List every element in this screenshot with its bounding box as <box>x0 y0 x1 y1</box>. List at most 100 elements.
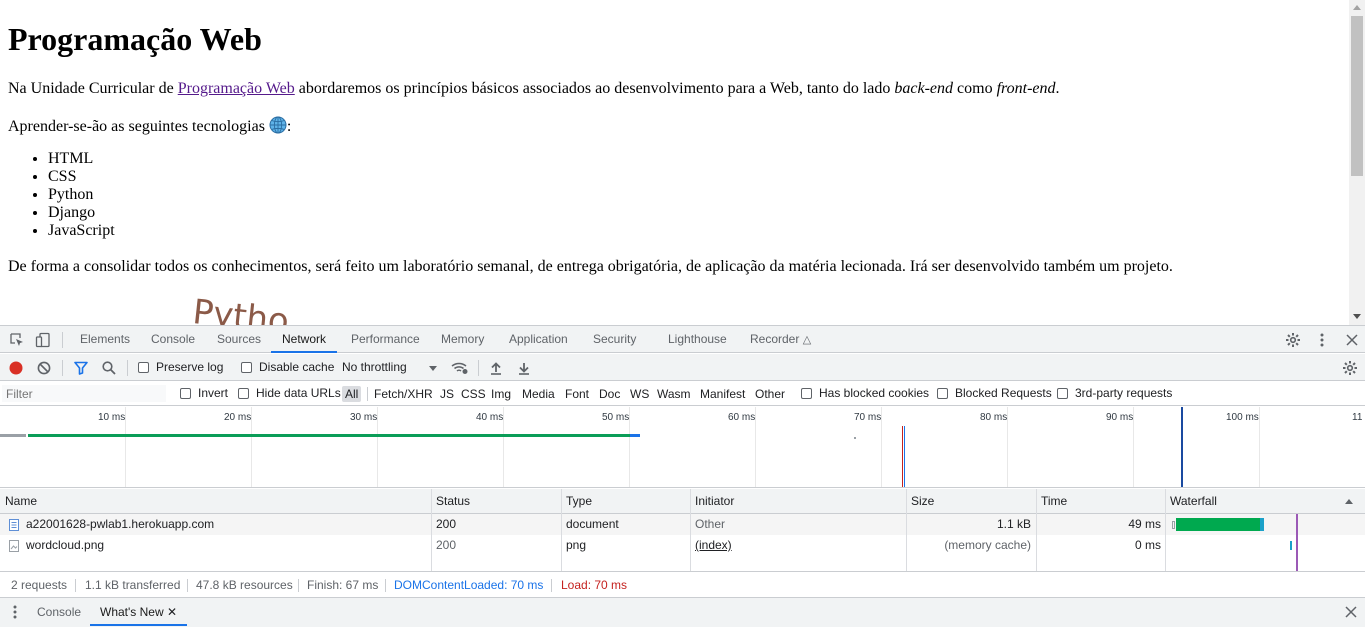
tab-elements[interactable]: Elements <box>80 326 130 353</box>
tab-sources[interactable]: Sources <box>217 326 261 353</box>
close-icon[interactable] <box>1343 331 1361 349</box>
scrollbar-thumb[interactable] <box>1351 16 1363 176</box>
column-header-size[interactable]: Size <box>911 489 934 513</box>
toolbar-divider <box>62 360 63 376</box>
column-divider[interactable] <box>431 489 432 571</box>
column-divider[interactable] <box>1165 489 1166 571</box>
backend-term: back-end <box>894 80 954 97</box>
preserve-log-checkbox[interactable] <box>138 362 149 373</box>
tab-network[interactable]: Network <box>271 326 338 353</box>
filter-type-other[interactable]: Other <box>755 386 785 402</box>
tab-performance[interactable]: Performance <box>351 326 420 353</box>
tech-colon: : <box>286 118 292 135</box>
tab-security[interactable]: Security <box>593 326 636 353</box>
close-tab-icon[interactable]: ✕ <box>167 605 177 619</box>
request-name: wordcloud.png <box>26 538 105 552</box>
third-party-checkbox[interactable] <box>1057 388 1068 399</box>
clear-icon[interactable] <box>36 360 52 376</box>
filter-type-wasm[interactable]: Wasm <box>657 386 691 402</box>
filter-type-manifest[interactable]: Manifest <box>700 386 745 402</box>
drawer-tab-whats-new[interactable]: What's New ✕ <box>90 598 188 626</box>
filter-icon[interactable] <box>73 360 89 376</box>
dom-content-loaded-marker <box>904 426 905 487</box>
globe-icon <box>269 116 287 140</box>
request-table: Name Status Type Initiator Size Time Wat… <box>0 489 1365 571</box>
blocked-cookies-checkbox[interactable] <box>801 388 812 399</box>
kebab-menu-icon[interactable] <box>1313 331 1331 349</box>
waterfall-cache-bar <box>1290 541 1292 550</box>
tab-memory[interactable]: Memory <box>441 326 484 353</box>
drawer-tab-console[interactable]: Console <box>37 598 81 626</box>
tab-console[interactable]: Console <box>151 326 195 353</box>
column-divider[interactable] <box>561 489 562 571</box>
drawer-menu-icon[interactable] <box>10 604 20 620</box>
status-divider <box>298 579 299 592</box>
import-har-icon[interactable] <box>488 360 504 376</box>
chevron-down-icon[interactable] <box>428 364 438 372</box>
column-divider[interactable] <box>1036 489 1037 571</box>
tab-application[interactable]: Application <box>509 326 568 353</box>
intro-text-4: . <box>1055 80 1060 97</box>
technology-list: HTML CSS Python Django JavaScript <box>8 150 115 240</box>
column-header-status[interactable]: Status <box>436 489 470 513</box>
column-divider[interactable] <box>906 489 907 571</box>
page-scrollbar[interactable] <box>1349 0 1365 325</box>
filter-type-all[interactable]: All <box>342 386 362 402</box>
course-link[interactable]: Programação Web <box>178 80 295 97</box>
filter-bar: Invert Hide data URLs All Fetch/XHR JS C… <box>0 382 1365 406</box>
scroll-down-arrow-icon[interactable] <box>1353 314 1361 319</box>
flask-icon: △ <box>802 334 812 346</box>
close-drawer-icon[interactable] <box>1343 604 1359 620</box>
export-har-icon[interactable] <box>516 360 532 376</box>
timeline-tick: 40 ms <box>476 412 504 423</box>
filter-input[interactable] <box>2 385 166 402</box>
column-header-waterfall[interactable]: Waterfall <box>1170 489 1217 513</box>
inspect-icon[interactable] <box>8 331 26 349</box>
request-size: (memory cache) <box>944 538 1031 552</box>
tab-lighthouse[interactable]: Lighthouse <box>668 326 727 353</box>
intro-text-2: abordaremos os princípios básicos associ… <box>294 80 895 97</box>
filter-type-media[interactable]: Media <box>522 386 555 402</box>
filter-type-js[interactable]: JS <box>440 386 454 402</box>
sort-ascending-icon[interactable] <box>1344 497 1354 505</box>
network-settings-gear-icon[interactable] <box>1341 359 1359 377</box>
device-toggle-icon[interactable] <box>34 331 52 349</box>
network-summary-bar: 2 requests 1.1 kB transferred 47.8 kB re… <box>0 571 1365 598</box>
filter-type-doc[interactable]: Doc <box>599 386 620 402</box>
intro-paragraph: Na Unidade Curricular de Programação Web… <box>8 79 1060 99</box>
list-item: JavaScript <box>48 222 115 240</box>
third-party-label: 3rd-party requests <box>1075 386 1173 400</box>
column-divider[interactable] <box>690 489 691 571</box>
record-icon[interactable] <box>8 360 24 376</box>
scroll-up-arrow-icon[interactable] <box>1353 5 1361 10</box>
filter-type-fetch-xhr[interactable]: Fetch/XHR <box>374 386 433 402</box>
initiator-link[interactable]: (index) <box>695 535 732 556</box>
table-row[interactable]: a22001628-pwlab1.herokuapp.com 200 docum… <box>0 514 1365 535</box>
filter-type-ws[interactable]: WS <box>630 386 649 402</box>
column-header-time[interactable]: Time <box>1041 489 1067 513</box>
devtools-panel: Elements Console Sources Network Perform… <box>0 325 1365 627</box>
column-header-type[interactable]: Type <box>566 489 592 513</box>
hide-data-urls-checkbox[interactable] <box>238 388 249 399</box>
search-icon[interactable] <box>101 360 117 376</box>
blocked-requests-checkbox[interactable] <box>937 388 948 399</box>
network-overview-timeline[interactable]: 10 ms 20 ms 30 ms 40 ms 50 ms 60 ms 70 m… <box>0 407 1365 488</box>
invert-checkbox[interactable] <box>180 388 191 399</box>
network-conditions-icon[interactable] <box>450 359 470 377</box>
settings-gear-icon[interactable] <box>1284 331 1302 349</box>
filter-type-img[interactable]: Img <box>491 386 511 402</box>
column-header-name[interactable]: Name <box>5 489 37 513</box>
list-item: CSS <box>48 168 115 186</box>
overview-stalled-bar <box>0 434 26 437</box>
disable-cache-checkbox[interactable] <box>241 362 252 373</box>
tab-recorder[interactable]: Recorder △ <box>750 326 811 353</box>
document-icon <box>8 518 20 531</box>
column-header-initiator[interactable]: Initiator <box>695 489 734 513</box>
throttling-select[interactable]: No throttling <box>342 360 407 374</box>
waterfall-load-line <box>1296 514 1298 571</box>
waterfall-waiting-bar <box>1176 518 1260 531</box>
filter-type-font[interactable]: Font <box>565 386 589 402</box>
filter-type-css[interactable]: CSS <box>461 386 486 402</box>
table-row[interactable]: wordcloud.png 200 png (index) (memory ca… <box>0 535 1365 556</box>
status-divider <box>385 579 386 592</box>
